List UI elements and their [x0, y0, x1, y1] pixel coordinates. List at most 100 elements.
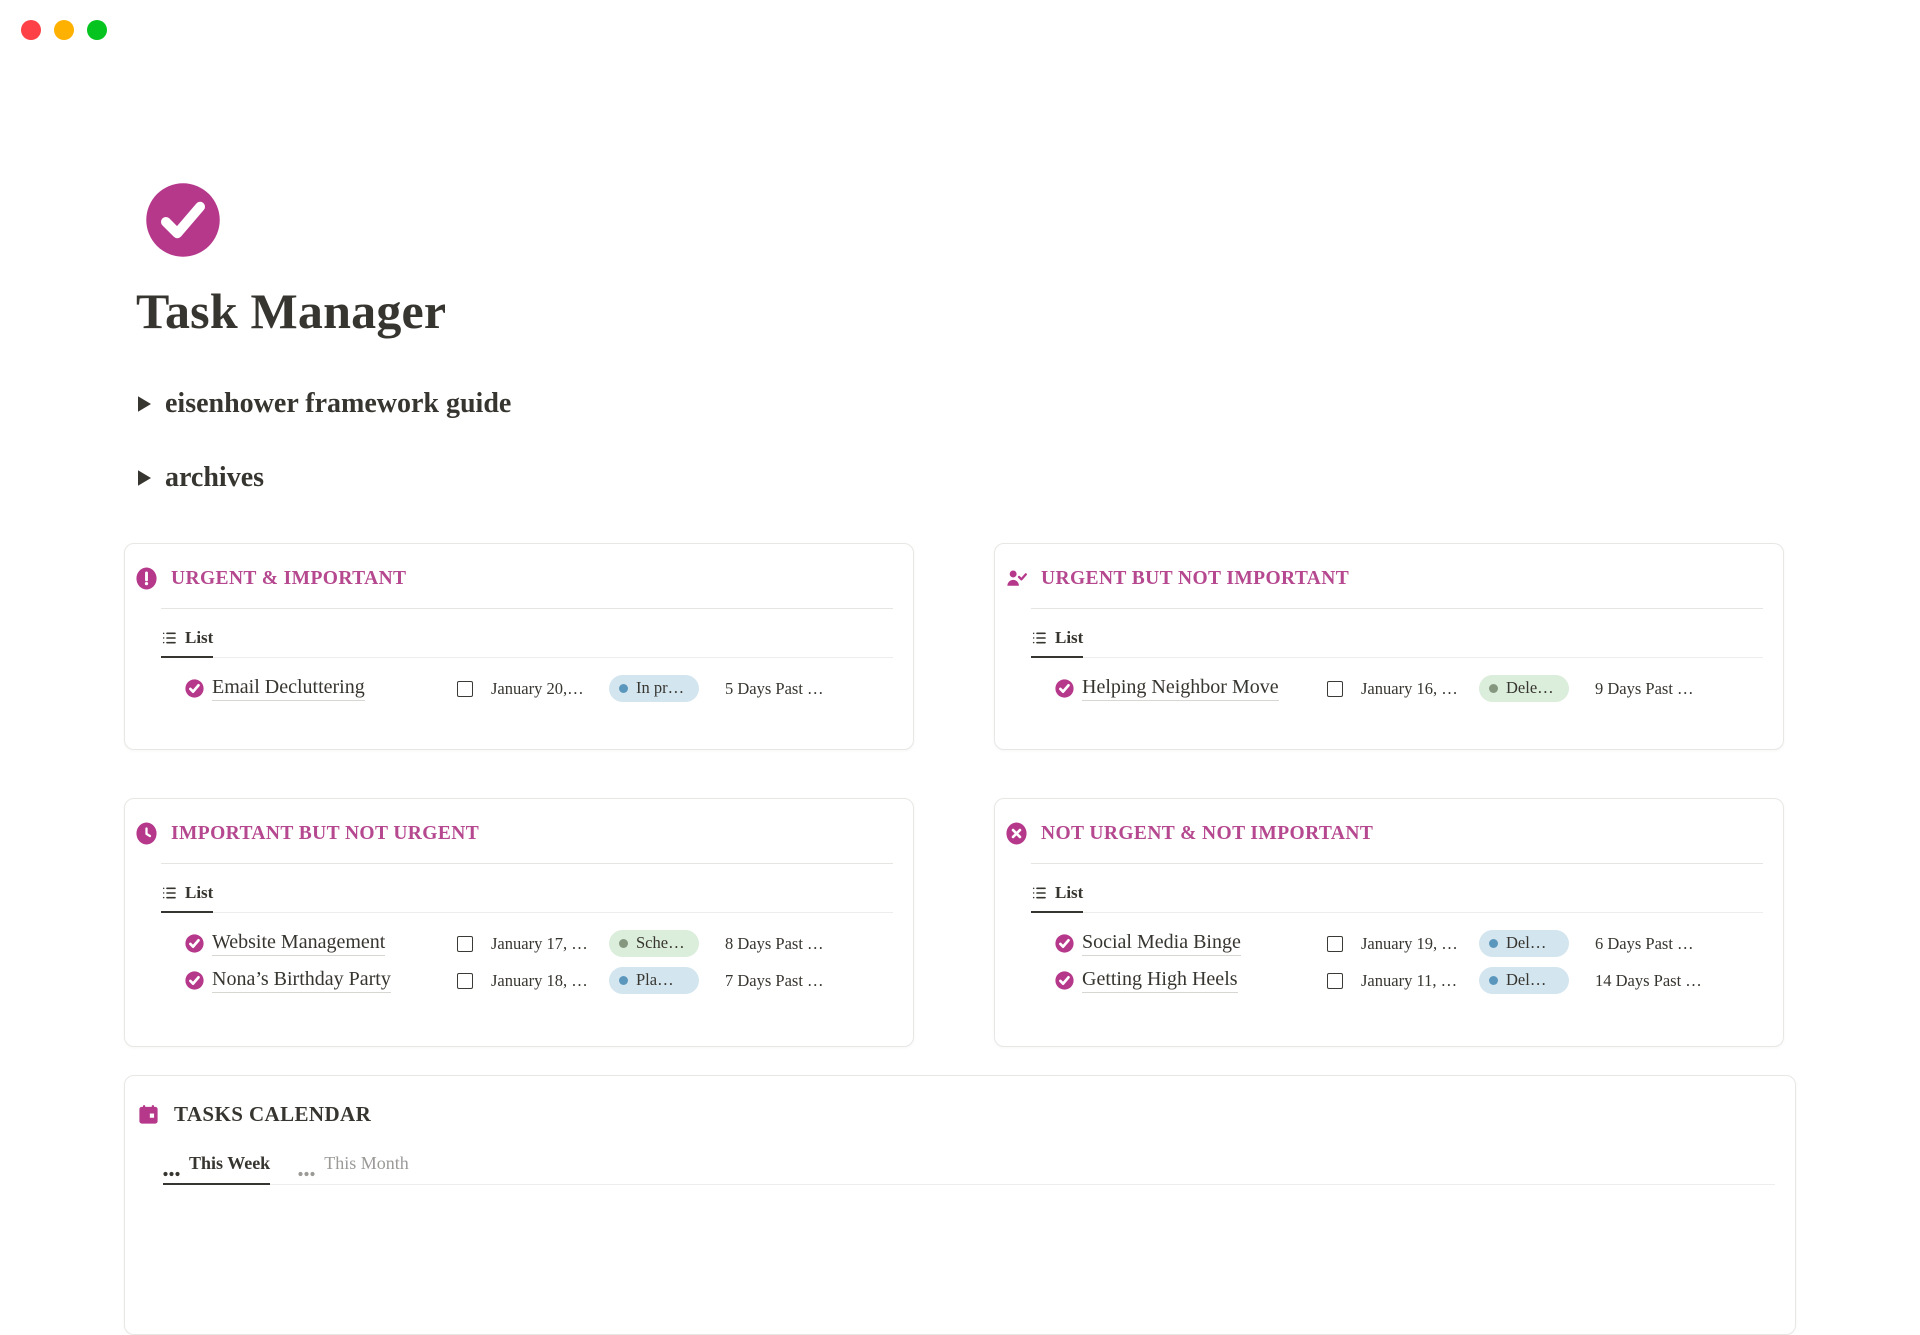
status-dot-icon	[1489, 976, 1498, 985]
table-row: Helping Neighbor Move January 16, … Dele…	[1055, 670, 1763, 707]
status-dot-icon	[619, 976, 628, 985]
status-badge[interactable]: Del…	[1479, 930, 1569, 957]
task-check-circle-icon	[185, 679, 204, 698]
task-check-circle-icon	[185, 934, 204, 953]
clock-icon	[135, 822, 158, 845]
task-date[interactable]: January 11, …	[1361, 971, 1479, 991]
task-check-circle-icon	[1055, 679, 1074, 698]
chevron-right-icon	[138, 470, 151, 486]
status-label: Del…	[1506, 933, 1546, 953]
overdue-text: 5 Days Past …	[725, 679, 893, 699]
tab-this-week[interactable]: This Week	[163, 1153, 270, 1185]
task-check-circle-icon	[1055, 971, 1074, 990]
task-name-link[interactable]: Getting High Heels	[1082, 968, 1238, 993]
zoom-window-button[interactable]	[87, 20, 107, 40]
card-urgent-not-important: URGENT BUT NOT IMPORTANT List	[994, 543, 1784, 750]
table-row: Nona’s Birthday Party January 18, … Pla……	[185, 962, 893, 999]
task-date[interactable]: January 19, …	[1361, 934, 1479, 954]
tab-label: This Month	[324, 1153, 409, 1174]
overdue-text: 14 Days Past …	[1595, 971, 1763, 991]
user-check-icon	[1005, 567, 1028, 590]
card-tasks-calendar: TASKS CALENDAR This Week This Month	[124, 1075, 1796, 1335]
tab-list[interactable]: List	[161, 883, 213, 913]
table-row: Website Management January 17, … Sche… 8…	[185, 925, 893, 962]
window-controls	[21, 20, 107, 40]
tab-list[interactable]: List	[1031, 883, 1083, 913]
task-checkbox[interactable]	[457, 681, 473, 697]
card-not-urgent-not-important: NOT URGENT & NOT IMPORTANT List	[994, 798, 1784, 1047]
overdue-text: 7 Days Past …	[725, 971, 893, 991]
tab-label: List	[1055, 628, 1083, 648]
list-icon	[1031, 630, 1047, 646]
card-title: TASKS CALENDAR	[174, 1102, 371, 1127]
card-title: URGENT BUT NOT IMPORTANT	[1041, 568, 1349, 590]
status-badge[interactable]: In pr…	[609, 675, 699, 702]
status-label: Dele…	[1506, 678, 1554, 698]
card-title: URGENT & IMPORTANT	[171, 568, 406, 590]
status-badge[interactable]: Sche…	[609, 930, 699, 957]
overdue-text: 8 Days Past …	[725, 934, 893, 954]
exclamation-circle-icon	[135, 567, 158, 590]
chevron-right-icon	[138, 396, 151, 412]
task-checkbox[interactable]	[457, 936, 473, 952]
status-badge[interactable]: Del…	[1479, 967, 1569, 994]
calendar-icon	[137, 1103, 160, 1126]
task-name-link[interactable]: Email Decluttering	[212, 676, 365, 701]
task-checkbox[interactable]	[1327, 973, 1343, 989]
status-dot-icon	[619, 684, 628, 693]
task-date[interactable]: January 18, …	[491, 971, 609, 991]
toggle-label: eisenhower framework guide	[165, 388, 511, 420]
task-name-link[interactable]: Helping Neighbor Move	[1082, 676, 1279, 701]
table-row: Getting High Heels January 11, … Del… 14…	[1055, 962, 1763, 999]
task-name-link[interactable]: Social Media Binge	[1082, 931, 1241, 956]
card-urgent-important: URGENT & IMPORTANT List	[124, 543, 914, 750]
status-label: Sche…	[636, 933, 685, 953]
task-checkbox[interactable]	[1327, 681, 1343, 697]
status-dot-icon	[1489, 939, 1498, 948]
calendar-view-tabs: This Week This Month	[163, 1127, 1775, 1185]
task-check-circle-icon	[1055, 934, 1074, 953]
view-tabs: List	[161, 864, 893, 913]
minimize-window-button[interactable]	[54, 20, 74, 40]
status-dot-icon	[619, 939, 628, 948]
view-tabs: List	[161, 609, 893, 658]
card-important-not-urgent: IMPORTANT BUT NOT URGENT List	[124, 798, 914, 1047]
table-row: Social Media Binge January 19, … Del… 6 …	[1055, 925, 1763, 962]
status-badge[interactable]: Dele…	[1479, 675, 1569, 702]
task-checkbox[interactable]	[1327, 936, 1343, 952]
status-badge[interactable]: Pla…	[609, 967, 699, 994]
overdue-text: 9 Days Past …	[1595, 679, 1763, 699]
status-label: Del…	[1506, 970, 1546, 990]
toggle-label: archives	[165, 462, 264, 494]
tab-label: This Week	[189, 1153, 270, 1174]
toggle-archives[interactable]: archives	[138, 462, 264, 494]
view-tabs: List	[1031, 609, 1763, 658]
list-icon	[161, 630, 177, 646]
toggle-eisenhower-guide[interactable]: eisenhower framework guide	[138, 388, 511, 420]
task-check-circle-icon	[185, 971, 204, 990]
list-icon	[161, 885, 177, 901]
task-date[interactable]: January 20,…	[491, 679, 609, 699]
tab-this-month[interactable]: This Month	[298, 1153, 409, 1183]
tab-list[interactable]: List	[1031, 628, 1083, 658]
overdue-text: 6 Days Past …	[1595, 934, 1763, 954]
card-title: NOT URGENT & NOT IMPORTANT	[1041, 823, 1373, 845]
dots-icon	[163, 1161, 180, 1167]
page-title: Task Manager	[136, 282, 446, 340]
status-dot-icon	[1489, 684, 1498, 693]
x-circle-icon	[1005, 822, 1028, 845]
status-label: In pr…	[636, 678, 684, 698]
task-name-link[interactable]: Website Management	[212, 931, 385, 956]
tab-label: List	[1055, 883, 1083, 903]
close-window-button[interactable]	[21, 20, 41, 40]
tab-list[interactable]: List	[161, 628, 213, 658]
list-icon	[1031, 885, 1047, 901]
task-date[interactable]: January 17, …	[491, 934, 609, 954]
check-circle-icon[interactable]	[145, 182, 221, 258]
task-name-link[interactable]: Nona’s Birthday Party	[212, 968, 391, 993]
tab-label: List	[185, 628, 213, 648]
card-title: IMPORTANT BUT NOT URGENT	[171, 823, 479, 845]
tab-label: List	[185, 883, 213, 903]
task-date[interactable]: January 16, …	[1361, 679, 1479, 699]
task-checkbox[interactable]	[457, 973, 473, 989]
